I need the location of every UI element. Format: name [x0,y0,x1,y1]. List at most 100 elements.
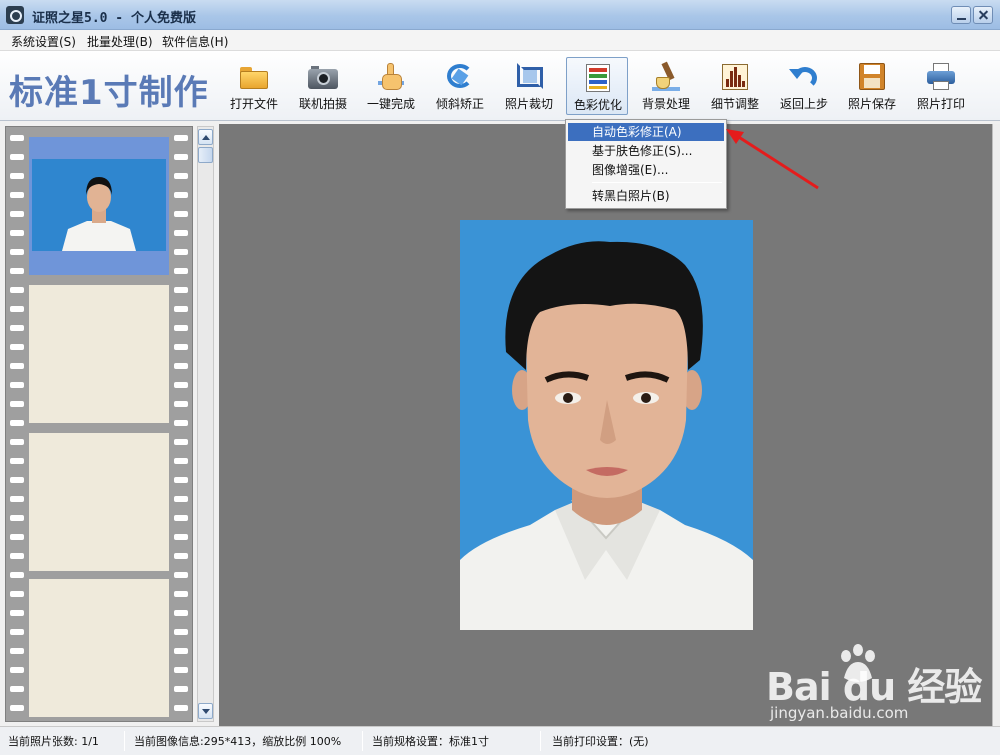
film-frame-selected[interactable] [29,137,169,275]
status-image-info: 当前图像信息:295*413，缩放比例 100% [134,735,342,748]
film-frame-empty[interactable] [29,285,169,423]
print-photo-button[interactable]: 照片打印 [910,57,972,115]
app-camera-icon [6,6,24,24]
background-process-label: 背景处理 [641,97,690,111]
status-photo-count: 当前照片张数: 1/1 [8,735,99,748]
status-bar: 当前照片张数: 1/1 当前图像信息:295*413，缩放比例 100% 当前规… [0,726,1000,755]
title-bar[interactable]: 证照之星5.0 - 个人免费版 [0,0,1000,30]
film-perforation [174,534,188,540]
print-photo-label: 照片打印 [916,97,965,111]
app-window: 证照之星5.0 - 个人免费版 系统设置(S) 批量处理(B) 软件信息(H) … [0,0,1000,755]
film-perforation [174,173,188,179]
film-perforation [174,363,188,369]
minimize-button[interactable] [951,6,971,24]
film-perforation [10,306,24,312]
film-perforation [10,268,24,274]
right-edge-panel [992,124,1000,726]
film-perforation [174,287,188,293]
film-frame-empty[interactable] [29,579,169,717]
filmstrip[interactable] [5,126,193,722]
color-optimize-button[interactable]: 色彩优化 [566,57,628,115]
film-perforation [174,667,188,673]
film-perforation [10,230,24,236]
film-perforation [10,249,24,255]
film-perforation [174,458,188,464]
id-photo[interactable] [460,220,753,630]
film-perforation [174,192,188,198]
close-button[interactable] [973,6,993,24]
film-perforation [174,154,188,160]
watermark-brand: Bai du 经验 [766,665,982,709]
camera-capture-button[interactable]: 联机拍摄 [292,57,354,115]
film-perforation [10,382,24,388]
rotate-icon [444,61,476,91]
save-photo-label: 照片保存 [847,97,896,111]
film-perforation [10,629,24,635]
menu-convert-black-white[interactable]: 转黑白照片(B) [568,187,724,205]
film-perforation [174,572,188,578]
film-perforation [10,591,24,597]
open-file-button[interactable]: 打开文件 [223,57,285,115]
film-perforation [174,135,188,141]
film-perforation [174,420,188,426]
image-canvas[interactable] [219,124,1000,726]
film-perforation [10,477,24,483]
film-perforation [174,629,188,635]
menu-auto-color-correction[interactable]: 自动色彩修正(A) [568,123,724,141]
film-perforation [10,705,24,711]
filmstrip-panel [0,122,218,726]
menu-image-enhance[interactable]: 图像增强(E)... [568,161,724,179]
menu-batch-processing[interactable]: 批量处理(B) [87,33,153,50]
photo-crop-button[interactable]: 照片裁切 [498,57,560,115]
hand-icon [375,61,407,91]
film-perforation [10,667,24,673]
film-perforations-left [10,127,24,721]
one-click-complete-button[interactable]: 一键完成 [360,57,422,115]
film-perforation [10,363,24,369]
film-perforation [10,439,24,445]
undo-icon [788,61,820,91]
menu-system-settings[interactable]: 系统设置(S) [11,33,76,50]
film-perforation [174,610,188,616]
film-frame-empty[interactable] [29,433,169,571]
film-perforation [174,439,188,445]
film-perforations-right [174,127,188,721]
film-perforation [10,401,24,407]
palette-icon [582,62,614,92]
photo-thumbnail [32,159,166,251]
status-spec: 当前规格设置：标准1寸 [372,735,489,748]
film-perforation [10,192,24,198]
film-perforation [10,420,24,426]
menu-skin-tone-correction[interactable]: 基于肤色修正(S)... [568,142,724,160]
save-photo-button[interactable]: 照片保存 [841,57,903,115]
detail-adjust-button[interactable]: 细节调整 [704,57,766,115]
tilt-correction-label: 倾斜矫正 [435,97,484,111]
color-optimize-menu: 自动色彩修正(A) 基于肤色修正(S)... 图像增强(E)... 转黑白照片(… [565,119,727,209]
tilt-correction-button[interactable]: 倾斜矫正 [429,57,491,115]
camera-icon [307,61,339,91]
annotation-arrow-icon [726,129,819,190]
status-divider [362,731,363,751]
undo-button[interactable]: 返回上步 [773,57,835,115]
status-divider [540,731,541,751]
histogram-icon [719,61,751,91]
menu-separator [592,182,722,183]
film-perforation [10,534,24,540]
window-title: 证照之星5.0 - 个人免费版 [32,11,196,26]
scroll-up-button[interactable] [198,129,213,145]
detail-adjust-label: 细节调整 [710,97,759,111]
filmstrip-scrollbar[interactable] [197,126,214,722]
scroll-down-button[interactable] [198,703,213,719]
background-process-button[interactable]: 背景处理 [635,57,697,115]
film-perforation [174,705,188,711]
film-perforation [174,591,188,597]
watermark-url: jingyan.baidu.com [770,704,909,722]
menu-software-info[interactable]: 软件信息(H) [162,33,228,50]
one-click-complete-label: 一键完成 [366,97,415,111]
brush-icon [650,61,682,91]
crop-icon [513,61,545,91]
film-perforation [174,268,188,274]
scrollbar-thumb[interactable] [198,147,213,163]
mode-title: 标准1寸制作 [9,73,209,113]
film-perforation [174,496,188,502]
